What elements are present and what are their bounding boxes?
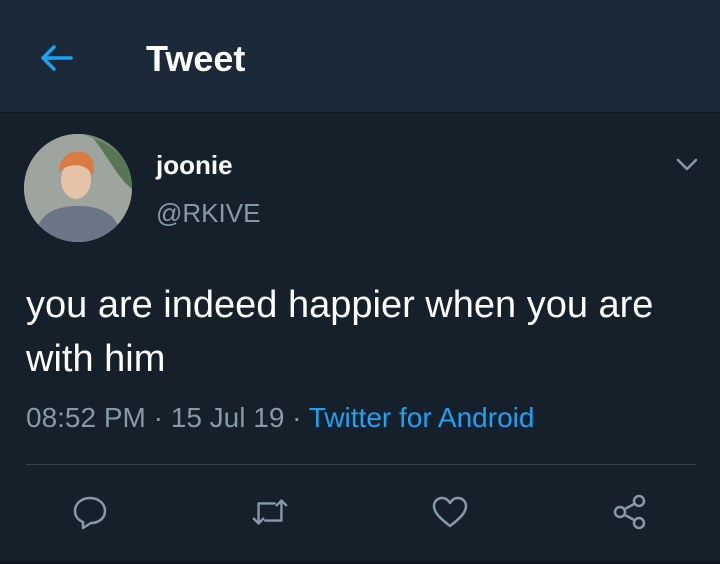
display-name[interactable]: joonie (156, 150, 233, 181)
divider (26, 464, 696, 465)
tweet-text: you are indeed happier when you are with… (26, 284, 654, 380)
share-icon[interactable] (610, 492, 650, 532)
meta-separator: · (145, 402, 171, 433)
tweet-date: 15 Jul 19 (170, 402, 285, 433)
retweet-icon[interactable] (250, 492, 290, 532)
back-arrow-icon[interactable] (36, 40, 76, 76)
chevron-down-icon[interactable] (672, 150, 702, 180)
tweet-meta: 08:52 PM · 15 Jul 19 · Twitter for Andro… (26, 402, 534, 434)
reply-icon[interactable] (70, 492, 110, 532)
page-title: Tweet (146, 38, 246, 79)
meta-separator: · (284, 402, 309, 433)
tweet-time: 08:52 PM (26, 402, 146, 433)
avatar[interactable] (24, 134, 132, 242)
heart-icon[interactable] (430, 492, 470, 532)
user-handle[interactable]: @RKIVE (156, 198, 260, 229)
top-bar: Tweet (0, 0, 720, 113)
tweet-source-link[interactable]: Twitter for Android (309, 402, 535, 433)
